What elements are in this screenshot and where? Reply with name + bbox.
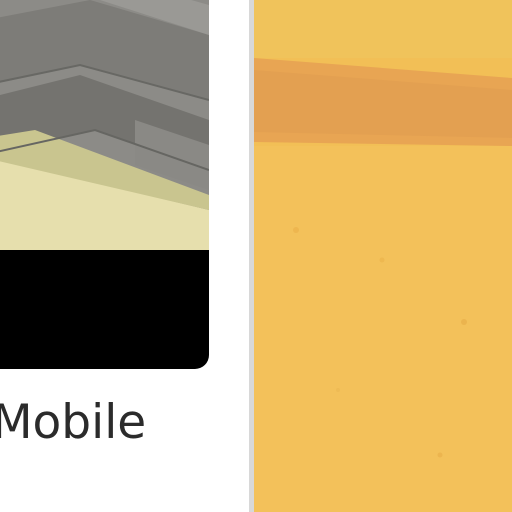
card-bottom-bar — [0, 250, 209, 369]
game-thumbnail-image[interactable] — [0, 0, 209, 250]
game-title[interactable]: Mobile — [0, 393, 212, 453]
right-game-thumbnail[interactable] — [254, 0, 512, 512]
screen: Mobile — [0, 0, 512, 512]
game-card[interactable] — [0, 0, 209, 369]
game-thumbnail-icon — [0, 0, 209, 250]
sand-texture-icon — [254, 0, 512, 512]
